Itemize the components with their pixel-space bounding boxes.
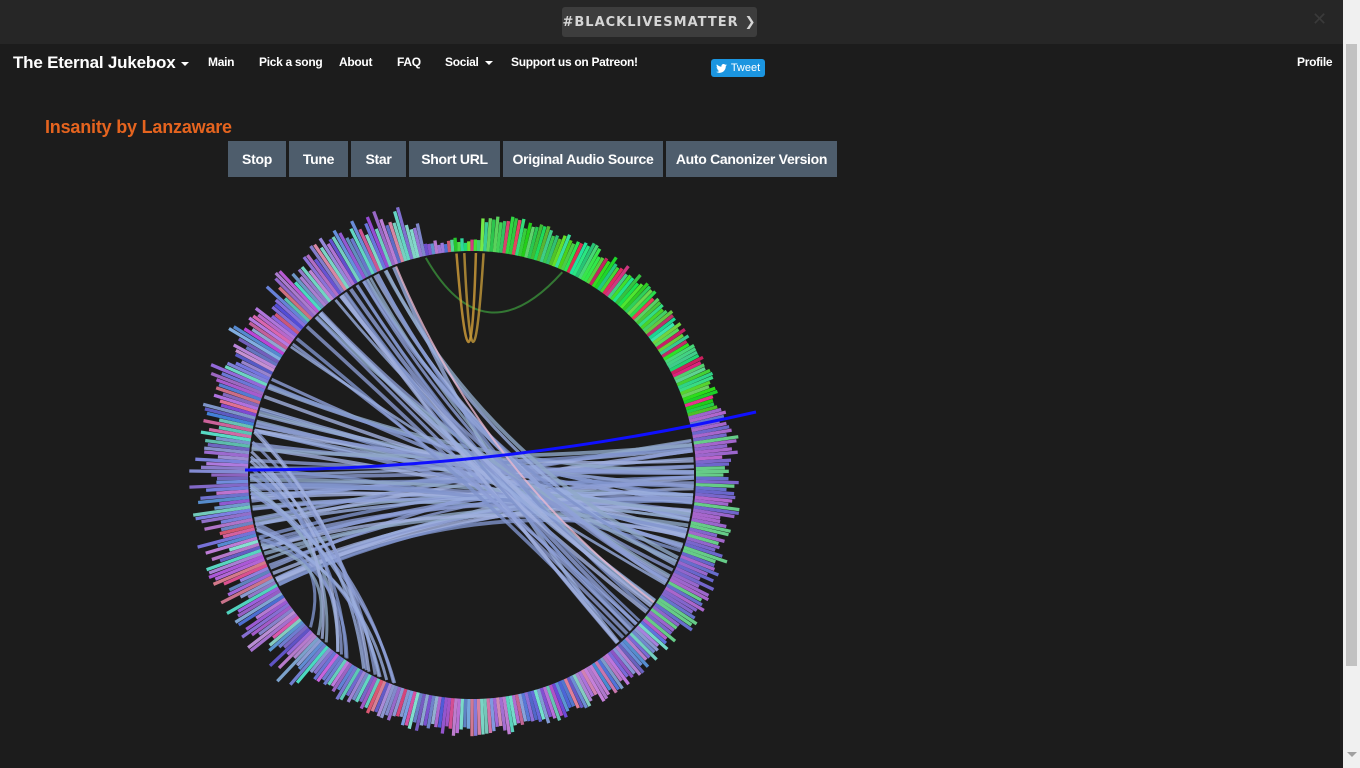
beat-tile[interactable] — [423, 243, 430, 256]
beat-tile[interactable] — [443, 243, 449, 253]
beat-tile[interactable] — [453, 237, 458, 252]
beat-tile[interactable] — [206, 461, 249, 468]
beat-tile[interactable] — [217, 455, 249, 461]
beat-tile[interactable] — [426, 243, 433, 256]
beat-tile[interactable] — [695, 486, 727, 492]
beat-tile[interactable] — [216, 489, 249, 495]
beat-tile[interactable] — [440, 242, 445, 254]
beat-tile[interactable] — [479, 218, 485, 252]
beat-tile[interactable] — [483, 698, 489, 734]
beat-tile[interactable] — [455, 698, 461, 734]
beat-tile[interactable] — [479, 698, 485, 735]
beat-tile[interactable] — [695, 479, 739, 485]
beat-tile[interactable] — [433, 240, 439, 255]
beat-tile[interactable] — [473, 698, 478, 736]
beat-tile[interactable] — [695, 458, 732, 464]
beat-tile[interactable] — [216, 479, 249, 484]
beat-tile[interactable] — [446, 240, 452, 253]
beat-tile[interactable] — [450, 239, 455, 252]
beat-tile[interactable] — [695, 469, 729, 474]
beat-tile[interactable] — [695, 482, 735, 488]
beat-tile[interactable] — [437, 244, 442, 254]
beat-tile[interactable] — [483, 222, 489, 252]
beat-tile[interactable] — [476, 698, 482, 735]
beat-tile[interactable] — [695, 466, 725, 471]
scroll-down-icon[interactable] — [1347, 752, 1357, 757]
beat-tile[interactable] — [430, 243, 436, 255]
beat-tile[interactable] — [459, 698, 465, 730]
beat-tile[interactable] — [695, 462, 730, 468]
scrollbar-thumb[interactable] — [1346, 44, 1357, 666]
jukebox-visualization[interactable] — [0, 0, 1343, 768]
beat-tile[interactable] — [189, 469, 249, 474]
beat-tile[interactable] — [200, 465, 249, 471]
beat-tile[interactable] — [460, 238, 465, 252]
beat-tile[interactable] — [695, 455, 723, 461]
beat-tile[interactable] — [695, 476, 729, 481]
jump-arc — [424, 257, 564, 314]
beat-tile[interactable] — [463, 698, 468, 728]
beat-tile[interactable] — [457, 241, 461, 252]
